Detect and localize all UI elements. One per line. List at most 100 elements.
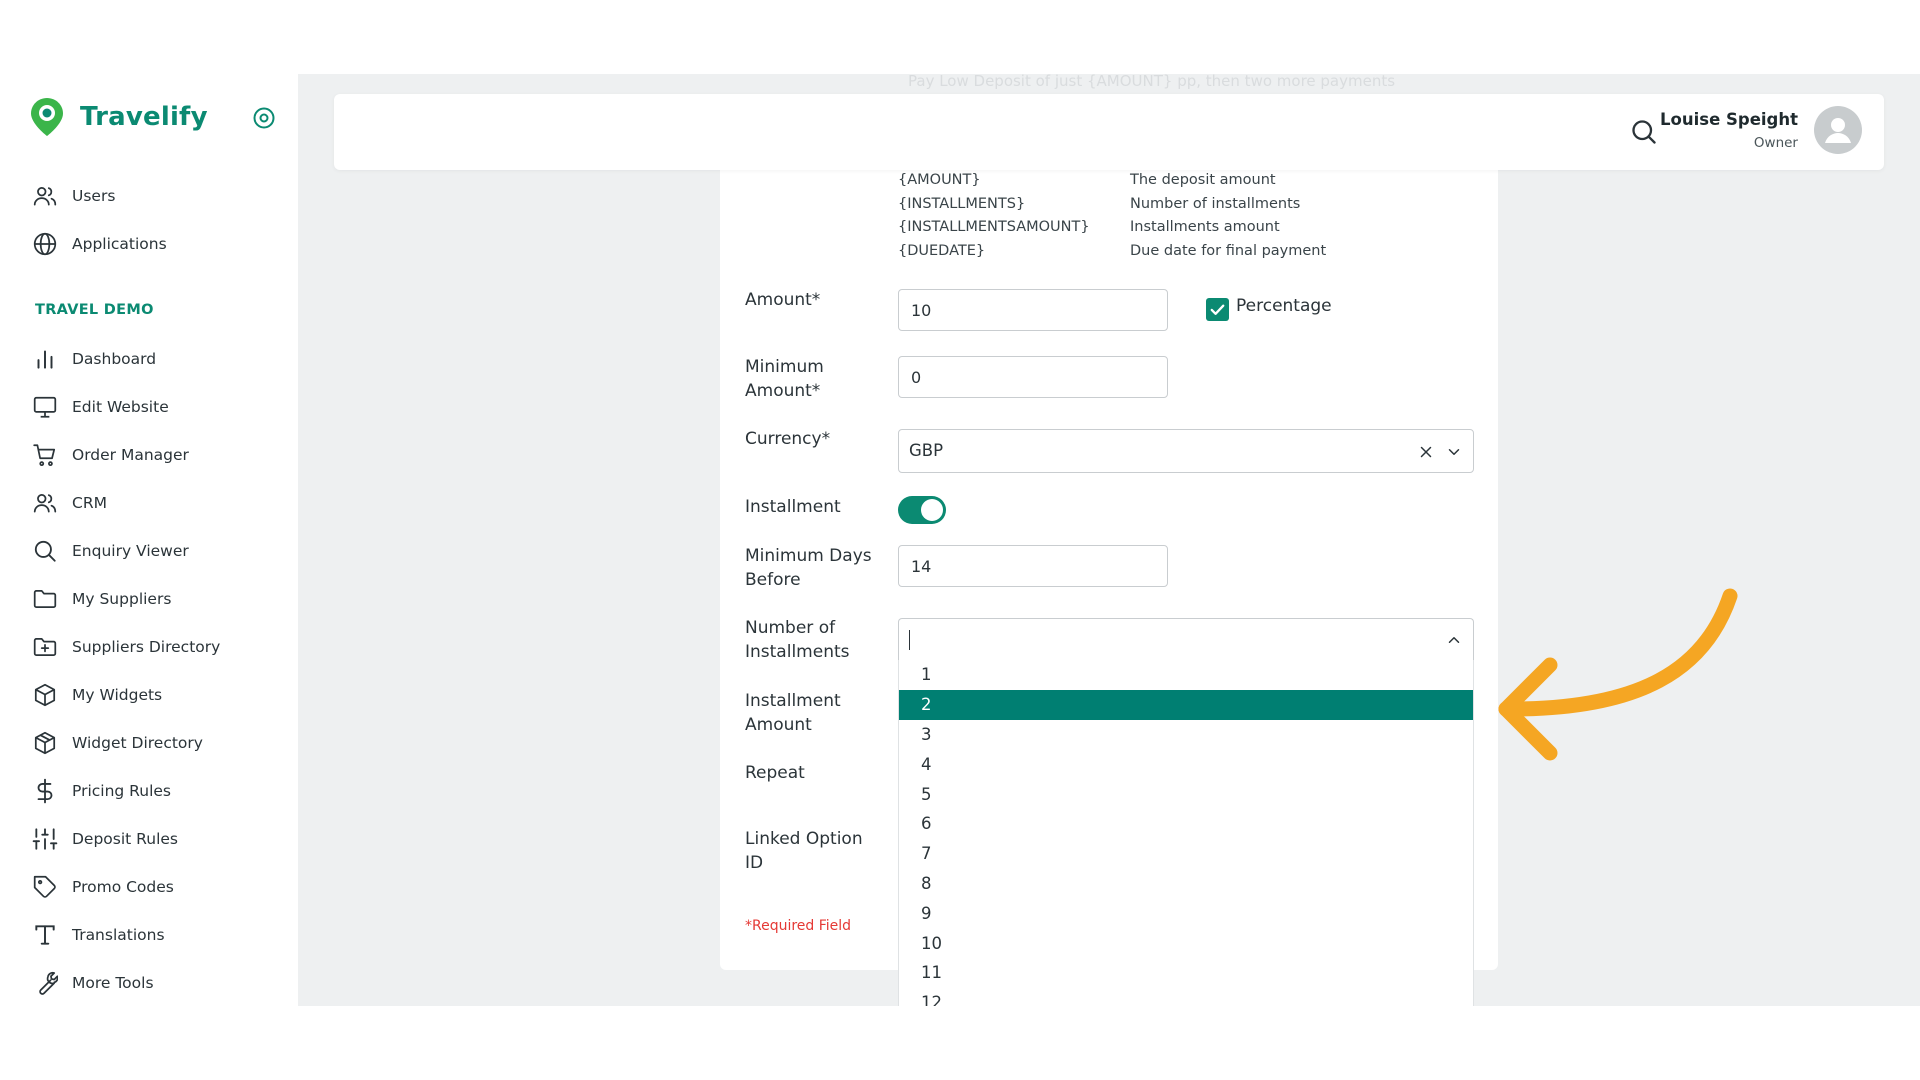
sliders-icon xyxy=(32,828,58,850)
checkmark-icon xyxy=(1210,304,1225,315)
dropdown-option[interactable]: 1 xyxy=(899,660,1473,690)
chevron-down-icon[interactable] xyxy=(1445,443,1463,461)
sidebar-item-label: Deposit Rules xyxy=(72,830,178,848)
dropdown-option[interactable]: 12 xyxy=(899,988,1473,1006)
amount-label: Amount* xyxy=(745,290,821,310)
sidebar: Travelify Users Applications TRAVEL DEMO… xyxy=(0,74,298,1006)
dropdown-option[interactable]: 9 xyxy=(899,898,1473,928)
sidebar-item-label: My Widgets xyxy=(72,686,163,704)
avatar[interactable] xyxy=(1814,106,1862,154)
annotation-arrow-icon xyxy=(1498,588,1738,761)
dropdown-option[interactable]: 7 xyxy=(899,839,1473,869)
sidebar-item-label: Pricing Rules xyxy=(72,782,171,800)
sidebar-item-edit-website[interactable]: Edit Website xyxy=(32,392,169,422)
chevron-up-icon[interactable] xyxy=(1445,631,1463,649)
sidebar-item-suppliers-directory[interactable]: Suppliers Directory xyxy=(32,632,220,662)
dropdown-option[interactable]: 5 xyxy=(899,779,1473,809)
users-icon xyxy=(33,494,57,513)
user-name: Louise Speight xyxy=(1660,110,1798,129)
search-icon[interactable] xyxy=(1630,118,1658,146)
sidebar-item-label: Widget Directory xyxy=(72,734,203,752)
sidebar-item-translations[interactable]: Translations xyxy=(32,920,165,950)
minimum-amount-input[interactable]: 0 xyxy=(898,356,1168,398)
amount-input[interactable]: 10 xyxy=(898,289,1168,331)
wrench-icon xyxy=(39,971,58,995)
percentage-label: Percentage xyxy=(1236,296,1332,316)
close-icon[interactable] xyxy=(1417,443,1435,461)
required-field-note: *Required Field xyxy=(745,918,852,934)
sidebar-item-my-widgets[interactable]: My Widgets xyxy=(32,680,162,710)
linked-option-id-label: Linked Option ID xyxy=(745,829,863,873)
ghost-description-text: Pay Low Deposit of just {AMOUNT} pp, the… xyxy=(908,72,1396,90)
sidebar-item-pricing-rules[interactable]: Pricing Rules xyxy=(32,776,171,806)
dollar-icon xyxy=(37,778,53,804)
sidebar-item-label: Promo Codes xyxy=(72,878,174,896)
box-icon xyxy=(34,683,56,707)
sidebar-item-dashboard[interactable]: Dashboard xyxy=(32,344,156,374)
currency-label: Currency* xyxy=(745,429,831,449)
dropdown-option[interactable]: 8 xyxy=(899,869,1473,899)
legend-desc: Due date for final payment xyxy=(1130,242,1327,259)
minimum-amount-label: Minimum Amount* xyxy=(745,357,824,401)
sidebar-item-label: Enquiry Viewer xyxy=(72,542,189,560)
sidebar-item-applications[interactable]: Applications xyxy=(32,229,167,259)
monitor-icon xyxy=(33,396,57,418)
sidebar-item-my-suppliers[interactable]: My Suppliers xyxy=(32,584,171,614)
legend-row: {AMOUNT} The deposit amount xyxy=(898,172,1326,196)
folder-icon xyxy=(33,590,57,608)
user-role: Owner xyxy=(1753,135,1798,151)
number-of-installments-label: Number of Installments xyxy=(745,618,850,662)
sidebar-item-label: My Suppliers xyxy=(72,590,172,608)
dropdown-option[interactable]: 11 xyxy=(899,958,1473,988)
sidebar-item-widget-directory[interactable]: Widget Directory xyxy=(32,728,203,758)
sidebar-item-promo-codes[interactable]: Promo Codes xyxy=(32,872,174,902)
dropdown-option[interactable]: 3 xyxy=(899,720,1473,750)
sidebar-item-crm[interactable]: CRM xyxy=(32,488,107,518)
sidebar-item-enquiry-viewer[interactable]: Enquiry Viewer xyxy=(32,536,189,566)
brand-name: Travelify xyxy=(80,102,208,132)
sidebar-item-deposit-rules[interactable]: Deposit Rules xyxy=(32,824,178,854)
sidebar-item-label: Order Manager xyxy=(72,446,189,464)
legend-row: {INSTALLMENTS} Number of installments xyxy=(898,196,1326,220)
dropdown-option[interactable]: 4 xyxy=(899,749,1473,779)
sidebar-item-label: More Tools xyxy=(72,974,154,992)
folder-plus-icon xyxy=(33,638,57,656)
location-pin-logo-icon xyxy=(31,98,63,136)
number-of-installments-select[interactable] xyxy=(898,618,1474,660)
sidebar-item-users[interactable]: Users xyxy=(32,181,115,211)
sidebar-item-label: Dashboard xyxy=(72,350,157,368)
sidebar-item-more-tools[interactable]: More Tools xyxy=(32,968,154,998)
legend-token: {DUEDATE} xyxy=(898,242,986,259)
legend-row: {DUEDATE} Due date for final payment xyxy=(898,243,1326,267)
bar-chart-icon xyxy=(37,350,53,369)
installments-dropdown-list: 1 2 3 4 5 6 7 8 9 10 11 12 xyxy=(898,660,1474,1006)
legend-token: {AMOUNT} xyxy=(898,172,981,188)
currency-value: GBP xyxy=(909,441,944,460)
repeat-label: Repeat xyxy=(745,763,805,783)
legend-desc: Number of installments xyxy=(1130,195,1301,212)
top-bar: Louise Speight Owner xyxy=(334,94,1884,170)
package-icon xyxy=(34,731,56,755)
percentage-checkbox[interactable] xyxy=(1206,298,1229,321)
sidebar-item-label: Edit Website xyxy=(72,398,169,416)
dropdown-option-selected[interactable]: 2 xyxy=(899,689,1473,720)
installment-toggle[interactable] xyxy=(898,496,946,524)
currency-select[interactable]: GBP xyxy=(898,429,1474,473)
dropdown-option[interactable]: 10 xyxy=(899,928,1473,958)
text-caret xyxy=(909,630,910,650)
legend-desc: The deposit amount xyxy=(1130,172,1276,188)
dropdown-option[interactable]: 6 xyxy=(899,809,1473,839)
legend-desc: Installments amount xyxy=(1130,219,1280,235)
brand-logo[interactable]: Travelify xyxy=(28,96,208,138)
page-bottom-margin xyxy=(0,1006,1920,1080)
toggle-knob xyxy=(921,499,943,521)
sidebar-toggle-icon[interactable] xyxy=(252,106,276,130)
users-icon xyxy=(33,187,57,206)
installment-amount-label: Installment Amount xyxy=(745,691,841,735)
minimum-days-before-input[interactable]: 14 xyxy=(898,545,1168,587)
section-title: TRAVEL DEMO xyxy=(35,302,154,318)
legend-token: {INSTALLMENTS} xyxy=(898,195,1026,212)
sidebar-item-order-manager[interactable]: Order Manager xyxy=(32,440,189,470)
sidebar-item-label: Users xyxy=(72,187,116,205)
installment-label: Installment xyxy=(745,497,841,517)
